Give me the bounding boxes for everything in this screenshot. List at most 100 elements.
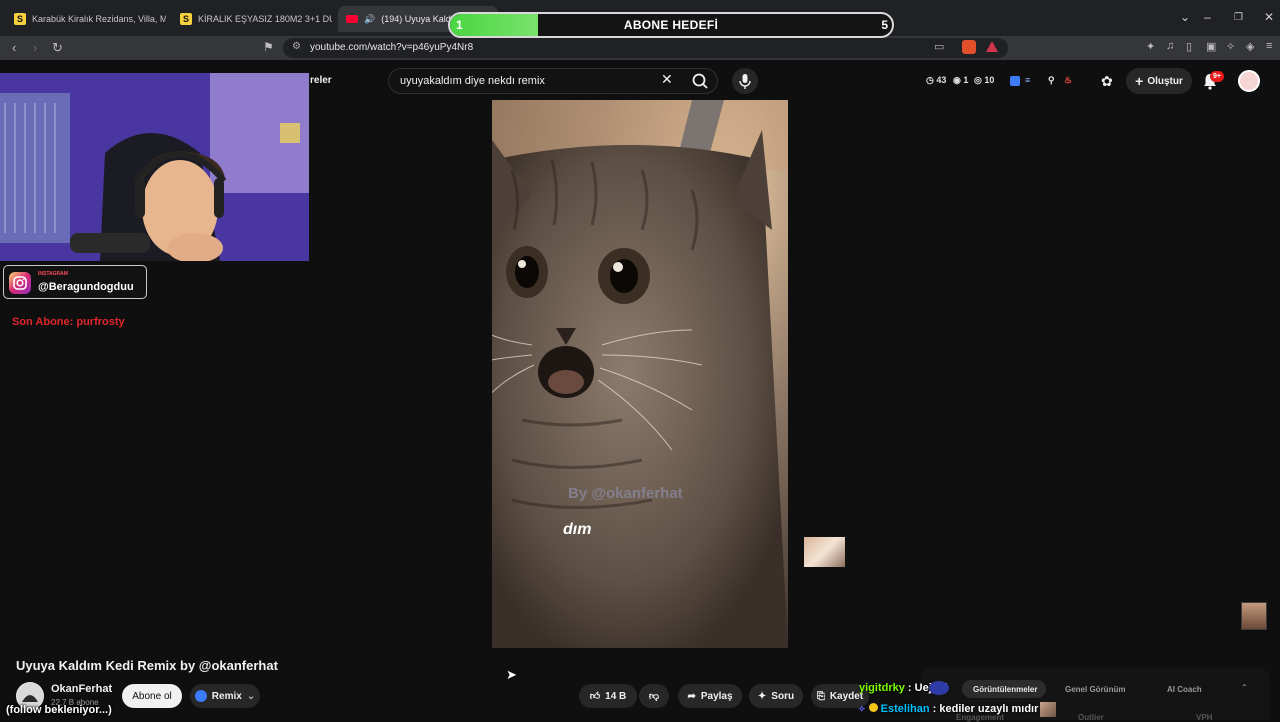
video-caption: dım <box>563 521 591 538</box>
browser-tab[interactable]: S KİRALIK EŞYASIZ 180M2 3+1 DUBLEK <box>172 6 332 32</box>
tab-ai-coach[interactable]: AI Coach <box>1167 685 1202 694</box>
vpn-icon[interactable]: ◈ <box>1246 40 1254 53</box>
extensions-icon[interactable]: ✦ <box>1146 40 1155 53</box>
stat-clock: ◷ 43 <box>926 75 946 86</box>
follow-waiting-text: (follow bekleniyor...) <box>6 704 112 716</box>
streamer-image <box>0 73 309 261</box>
tab-views[interactable]: Görüntülenmeler <box>973 685 1037 694</box>
forward-icon[interactable]: › <box>33 40 37 55</box>
save-icon: ⎘ <box>816 690 825 702</box>
like-button[interactable]: 👍︎ 14 B <box>579 684 637 708</box>
reload-icon[interactable]: ↻ <box>52 40 63 56</box>
chevron-up-icon[interactable]: ⌃ <box>1241 683 1248 692</box>
leo-ai-icon[interactable]: ✧ <box>1226 40 1235 53</box>
mouse-cursor-icon: ➤ <box>506 667 517 682</box>
tab-overview[interactable]: Genel Görünüm <box>1065 685 1125 694</box>
wallet-icon[interactable]: ▣ <box>1206 40 1216 53</box>
instagram-label: INSTAGRAM <box>38 271 68 277</box>
ask-button[interactable]: ✦ Soru <box>749 684 803 708</box>
last-subscriber: Son Abone: purfrosty <box>12 316 125 328</box>
video-title: Uyuya Kaldım Kedi Remix by @okanferhat <box>16 658 278 673</box>
chat-separator: : <box>904 682 915 694</box>
channel-name[interactable]: OkanFerhat <box>51 683 112 695</box>
clock-icon: ◷ <box>926 75 934 85</box>
tab-label: Karabük Kiralık Rezidans, Villa, Müsta <box>32 14 166 24</box>
webcam-feed <box>0 73 309 261</box>
search-value: uyuyakaldım diye nekdı remix <box>400 75 545 87</box>
alert-icon[interactable]: ♨ <box>1064 75 1072 86</box>
cast-icon[interactable]: ▭ <box>934 40 944 53</box>
chat-message: ✧ Estelihan : kediler uzaylı mıdır <box>858 703 1038 715</box>
metric-vph: VPH <box>1196 713 1213 722</box>
bookmark-icon[interactable]: ⚑ <box>263 40 274 54</box>
tag-icon[interactable]: ⚲ <box>1048 75 1055 86</box>
browser-tab[interactable]: S Karabük Kiralık Rezidans, Villa, Müsta <box>6 6 166 32</box>
eye-icon: ◎ <box>974 75 982 85</box>
mic-icon <box>739 74 751 89</box>
stat-value: 43 <box>936 75 947 85</box>
rewards-icon[interactable] <box>986 41 998 52</box>
music-icon[interactable]: ♫ <box>1166 40 1174 52</box>
plus-icon: + <box>1135 73 1144 89</box>
search-icon[interactable] <box>684 68 718 94</box>
sidebar-item-fragment[interactable]: reler <box>310 75 332 86</box>
badge-icon <box>868 703 878 712</box>
chat-user: Estelihan <box>880 703 930 715</box>
menu-icon[interactable]: ≡ <box>1266 40 1272 52</box>
dislike-button[interactable]: 👎︎ <box>639 684 669 708</box>
chevron-down-icon: ⌄ <box>246 690 256 702</box>
sparkle-icon: ✦ <box>757 690 767 702</box>
eye-icon: ◉ <box>953 75 961 85</box>
url-text: youtube.com/watch?v=p46yuPy4Nr8 <box>310 42 474 53</box>
back-icon[interactable]: ‹ <box>12 40 16 55</box>
create-button[interactable]: + Oluştur <box>1126 68 1192 94</box>
notification-badge: 9+ <box>1210 71 1224 82</box>
share-button[interactable]: ➦ Paylaş <box>678 684 742 708</box>
subscribe-button[interactable]: Abone ol <box>122 684 182 708</box>
chat-user: yigitdrky <box>859 682 905 694</box>
tab-label: KİRALIK EŞYASIZ 180M2 3+1 DUBLEK <box>198 14 332 24</box>
stat-eye: ◉ 1 <box>953 75 968 86</box>
remix-icon <box>194 690 207 702</box>
remix-label: Remix <box>211 690 242 702</box>
subscriber-goal-bar: 1 ABONE HEDEFİ 5 <box>448 12 894 38</box>
thumbs-up-icon: 👍︎ <box>589 691 601 702</box>
instagram-icon <box>9 272 31 294</box>
chat-separator: : <box>929 703 940 715</box>
share-icon: ➦ <box>687 690 696 702</box>
tab-favicon-icon: S <box>14 13 26 25</box>
stat-views: ◎ 10 <box>974 75 994 86</box>
badge-icon: ✧ <box>858 704 866 714</box>
account-avatar[interactable] <box>1238 70 1260 92</box>
gear-extension-icon[interactable]: ✿ <box>1101 73 1113 90</box>
stat-value: 10 <box>984 75 995 85</box>
clear-search-icon[interactable]: ✕ <box>661 71 673 88</box>
chat-emote-image <box>1040 702 1056 717</box>
goal-target: 5 <box>881 18 888 32</box>
tab-favicon-icon: S <box>180 13 192 25</box>
goal-title: ABONE HEDEFİ <box>623 18 719 32</box>
video-player[interactable]: By @okanferhat dım <box>492 100 788 648</box>
chat-text: kediler uzaylı mıdır <box>939 703 1039 715</box>
metric-outlier: Outlier <box>1078 713 1104 722</box>
close-window-icon[interactable]: ✕ <box>1264 10 1274 24</box>
like-count: 14 B <box>605 690 627 702</box>
thumbnail-image[interactable] <box>1241 602 1267 630</box>
stat-value: 1 <box>963 75 969 85</box>
thumbs-down-icon: 👎︎ <box>648 691 660 702</box>
cat-emote-image <box>804 537 845 567</box>
extension-icon[interactable] <box>1010 76 1020 86</box>
tab-search-icon[interactable]: ⌄ <box>1180 10 1190 24</box>
remix-button[interactable]: Remix ⌄ <box>190 684 260 708</box>
brave-shield-icon[interactable] <box>962 40 976 54</box>
video-watermark: By @okanferhat <box>568 485 683 502</box>
site-info-icon[interactable]: ⚙ <box>292 41 301 52</box>
subscribe-label: Abone ol <box>132 690 172 702</box>
restore-icon[interactable]: ❐ <box>1234 12 1243 23</box>
list-icon[interactable]: ≡ <box>1025 75 1030 85</box>
voice-search-button[interactable] <box>732 68 758 94</box>
address-bar[interactable]: ⚙ youtube.com/watch?v=p46yuPy4Nr8 <box>283 38 1008 58</box>
sidebar-icon[interactable]: ▯ <box>1186 40 1192 53</box>
minimize-icon[interactable]: – <box>1204 10 1211 24</box>
instagram-handle: @Beragundogduu <box>38 281 134 293</box>
